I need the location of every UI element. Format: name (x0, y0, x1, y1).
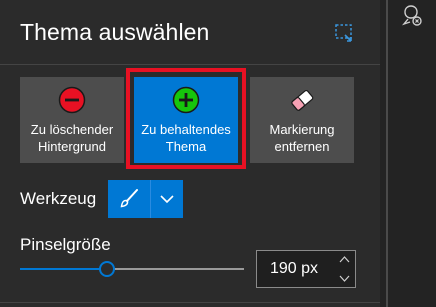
tool-picker-dropdown[interactable] (108, 180, 183, 218)
remove-marking-button[interactable]: Markierung entfernen (250, 77, 354, 163)
tool-label: Werkzeug (20, 189, 97, 208)
title-divider (0, 64, 380, 65)
brush-size-slider-thumb[interactable] (99, 261, 115, 277)
panel-title: Thema auswählen (20, 19, 210, 45)
brush-size-label: Pinselgröße (20, 235, 111, 254)
minus-circle-icon (58, 86, 86, 114)
app-window: Thema auswählen Zu löschender Hintergrun… (0, 0, 436, 307)
spin-down-icon[interactable] (339, 274, 350, 283)
background-removal-tool-icon[interactable] (398, 2, 424, 28)
select-region-icon[interactable] (333, 22, 355, 44)
spin-up-icon[interactable] (339, 255, 350, 264)
bottom-divider (0, 302, 380, 303)
right-toolbar (380, 0, 436, 307)
brush-size-input[interactable]: 190 px (256, 250, 356, 288)
brush-size-value: 190 px (270, 260, 319, 277)
eraser-icon (291, 89, 314, 111)
select-subject-panel: Thema auswählen Zu löschender Hintergrun… (0, 0, 380, 307)
rail-divider (386, 0, 388, 307)
chevron-down-icon[interactable] (159, 191, 175, 207)
tile-label: Markierung entfernen (269, 122, 335, 154)
split-divider (150, 180, 151, 218)
brush-size-slider-track[interactable] (20, 268, 244, 270)
selection-highlight (126, 68, 246, 169)
brush-icon (120, 189, 138, 208)
remove-background-button[interactable]: Zu löschender Hintergrund (20, 77, 124, 163)
tile-label: Zu löschender Hintergrund (30, 122, 114, 154)
brush-size-slider-fill (20, 268, 107, 270)
